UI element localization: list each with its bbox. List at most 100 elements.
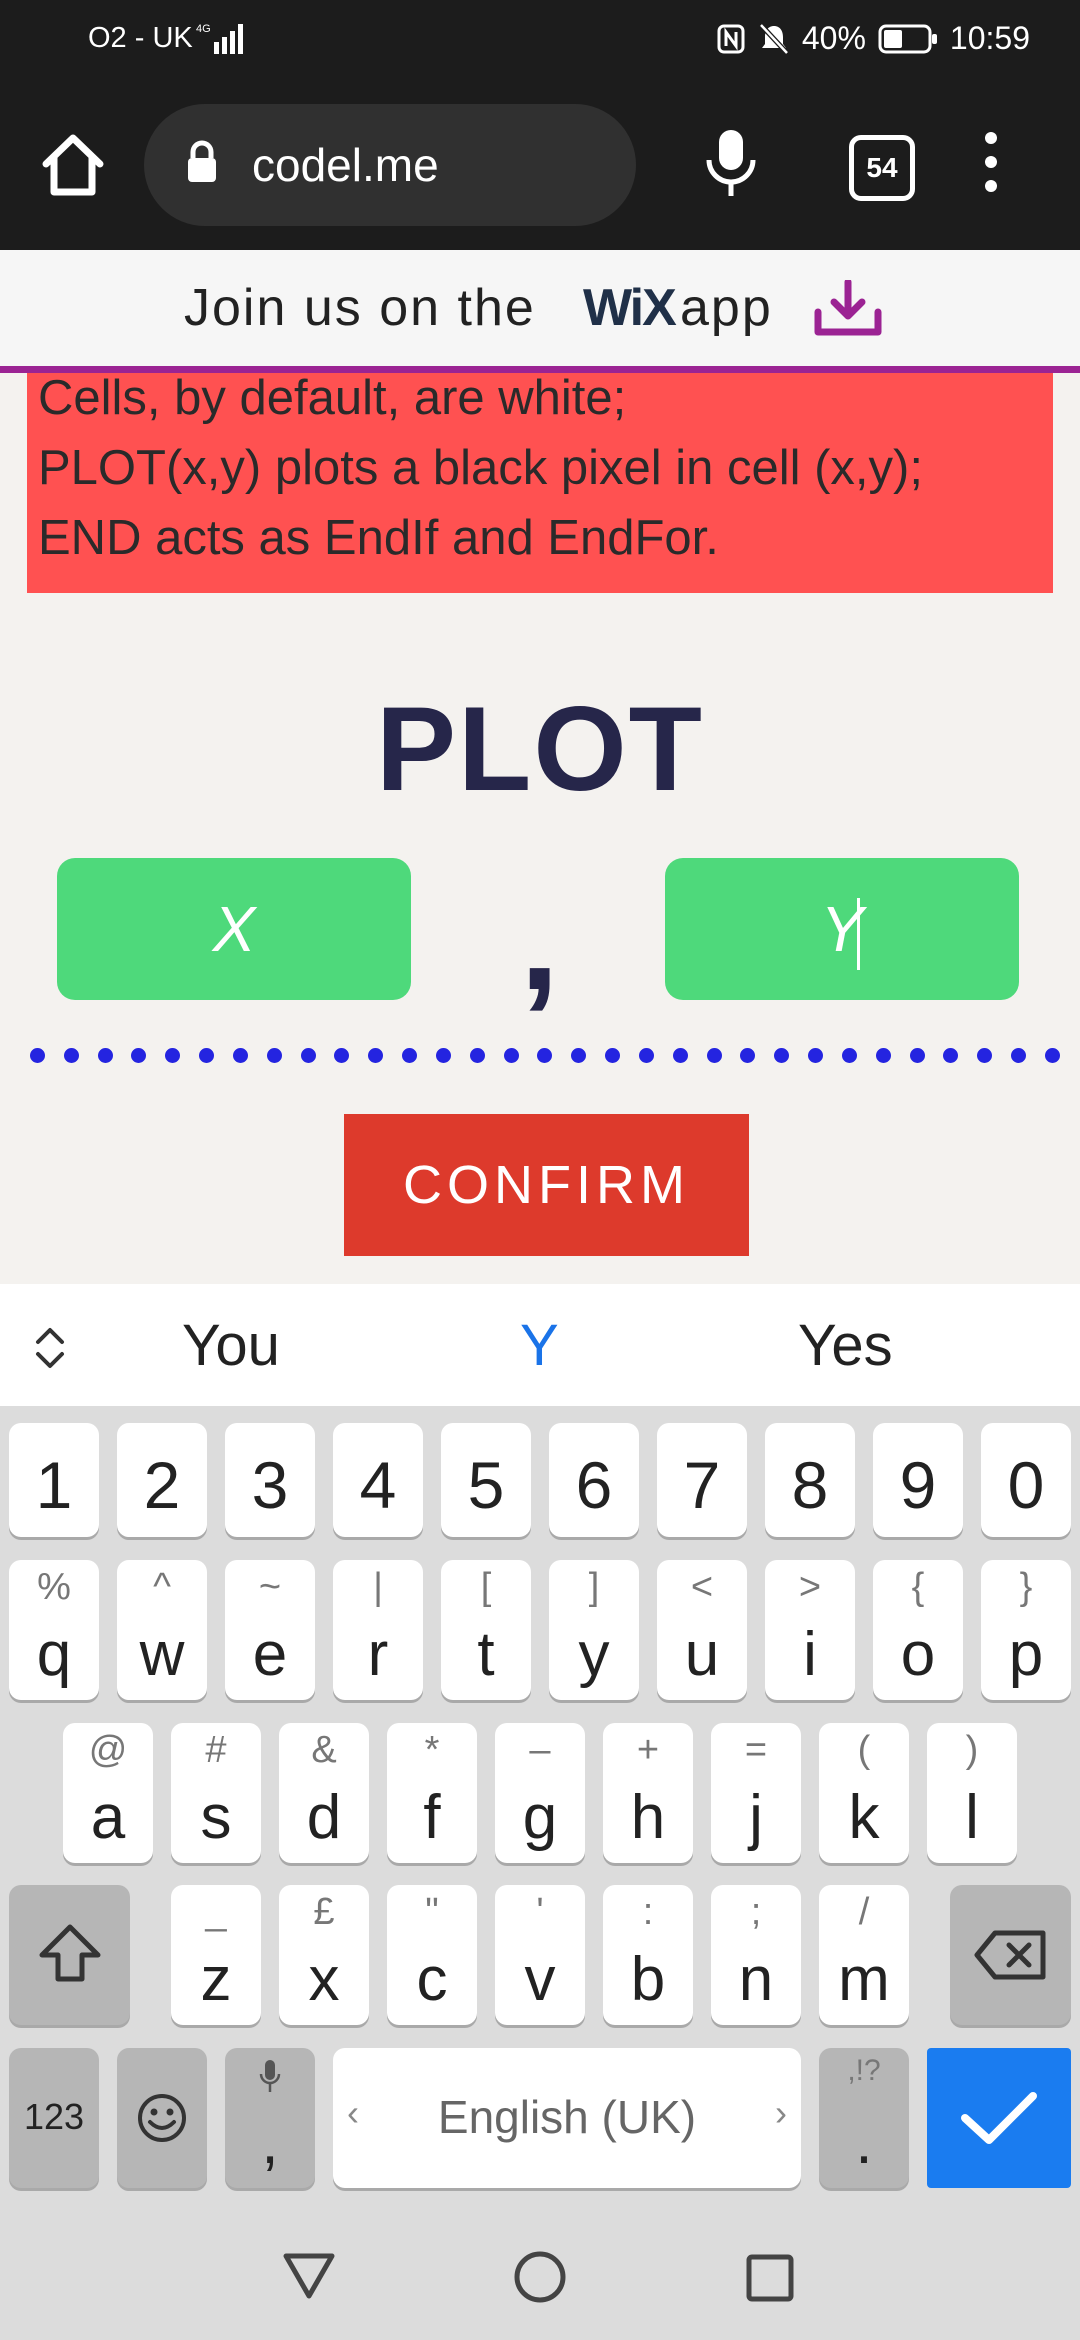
svg-text:4G: 4G bbox=[196, 23, 211, 35]
shift-key[interactable] bbox=[9, 1885, 130, 2025]
key-u[interactable]: < u bbox=[657, 1560, 747, 1700]
key-4[interactable]: 4 bbox=[333, 1423, 423, 1537]
key-alt-label: * bbox=[424, 1729, 440, 1771]
key-label: j bbox=[749, 1783, 763, 1852]
recents-icon[interactable] bbox=[746, 2254, 794, 2302]
download-icon[interactable] bbox=[812, 280, 884, 340]
key-h[interactable]: + h bbox=[603, 1723, 693, 1863]
key-a[interactable]: @ a bbox=[63, 1723, 153, 1863]
key-label: English (UK) bbox=[437, 2091, 697, 2143]
key-1[interactable]: 1 bbox=[9, 1423, 99, 1537]
suggestion-right[interactable]: Yes bbox=[798, 1312, 893, 1379]
key-label: z bbox=[200, 1945, 232, 2014]
key-s[interactable]: # s bbox=[171, 1723, 261, 1863]
key-alt-label: + bbox=[636, 1729, 660, 1771]
confirm-button[interactable]: CONFIRM bbox=[344, 1114, 749, 1256]
key-8[interactable]: 8 bbox=[765, 1423, 855, 1537]
key-0[interactable]: 0 bbox=[981, 1423, 1071, 1537]
key-alt-label: > bbox=[798, 1566, 822, 1608]
key-9[interactable]: 9 bbox=[873, 1423, 963, 1537]
x-input[interactable]: X bbox=[57, 858, 411, 1000]
key-n[interactable]: ; n bbox=[711, 1885, 801, 2025]
key-e[interactable]: ~ e bbox=[225, 1560, 315, 1700]
expand-collapse-icon[interactable] bbox=[30, 1324, 70, 1372]
rule-line: Cells, by default, are white; bbox=[38, 371, 627, 425]
banner-app-text: app bbox=[680, 279, 773, 337]
mic-icon[interactable] bbox=[700, 128, 762, 198]
key-i[interactable]: > i bbox=[765, 1560, 855, 1700]
key-6[interactable]: 6 bbox=[549, 1423, 639, 1537]
key-2[interactable]: 2 bbox=[117, 1423, 207, 1537]
key-alt-label: @ bbox=[88, 1729, 128, 1771]
key-w[interactable]: ^ w bbox=[117, 1560, 207, 1700]
key-label: a bbox=[90, 1783, 126, 1852]
home-nav-icon[interactable] bbox=[513, 2250, 567, 2304]
symbols-key[interactable]: 123 bbox=[9, 2048, 99, 2188]
key-p[interactable]: } p bbox=[981, 1560, 1071, 1700]
url-text[interactable]: codel.me bbox=[252, 138, 439, 192]
key-d[interactable]: & d bbox=[279, 1723, 369, 1863]
key-r[interactable]: | r bbox=[333, 1560, 423, 1700]
shift-icon bbox=[39, 1924, 100, 1982]
key-v[interactable]: ' v bbox=[495, 1885, 585, 2025]
comma-key[interactable]: , bbox=[225, 2048, 315, 2188]
key-alt-label: # bbox=[205, 1729, 227, 1771]
key-label: y bbox=[578, 1620, 610, 1689]
suggestion-center[interactable]: Y bbox=[520, 1312, 559, 1379]
checkmark-icon bbox=[961, 2092, 1037, 2144]
key-label: 1 bbox=[35, 1448, 73, 1522]
y-input[interactable]: Y bbox=[665, 858, 1019, 1000]
lock-icon bbox=[188, 140, 216, 182]
key-m[interactable]: / m bbox=[819, 1885, 909, 2025]
home-icon[interactable] bbox=[40, 130, 106, 200]
key-y[interactable]: ] y bbox=[549, 1560, 639, 1700]
wix-logo: WiX bbox=[583, 279, 677, 337]
enter-key[interactable] bbox=[927, 2048, 1071, 2188]
key-q[interactable]: % q bbox=[9, 1560, 99, 1700]
key-label: 9 bbox=[899, 1448, 937, 1522]
key-o[interactable]: {o bbox=[873, 1560, 963, 1700]
emoji-key[interactable] bbox=[117, 2048, 207, 2188]
signal-icon: 4G bbox=[196, 23, 243, 54]
key-3[interactable]: 3 bbox=[225, 1423, 315, 1537]
key-alt-label: % bbox=[37, 1566, 71, 1608]
emoji-icon bbox=[138, 2094, 186, 2142]
key-g[interactable]: – g bbox=[495, 1723, 585, 1863]
nfc-icon bbox=[717, 24, 745, 53]
key-label: 4 bbox=[359, 1448, 397, 1522]
arrow-left-icon: ‹ bbox=[347, 2092, 359, 2133]
key-7[interactable]: 7 bbox=[657, 1423, 747, 1537]
key-z[interactable]: _ z bbox=[171, 1885, 261, 2025]
period-key[interactable]: ,!?. bbox=[819, 2048, 909, 2188]
battery-percent: 40% bbox=[801, 20, 866, 56]
key-l[interactable]: ) l bbox=[927, 1723, 1017, 1863]
key-j[interactable]: = j bbox=[711, 1723, 801, 1863]
backspace-key[interactable] bbox=[950, 1885, 1071, 2025]
key-b[interactable]: :b bbox=[603, 1885, 693, 2025]
key-alt-label: ( bbox=[857, 1729, 871, 1771]
page-title: PLOT bbox=[376, 682, 704, 816]
key-label: r bbox=[367, 1620, 389, 1689]
key-alt-label: ; bbox=[750, 1891, 762, 1933]
dotted-divider bbox=[30, 1048, 1060, 1063]
back-icon[interactable] bbox=[282, 2250, 336, 2300]
suggestion-left[interactable]: You bbox=[182, 1312, 280, 1379]
rule-line: END acts as EndIf and EndFor. bbox=[38, 511, 719, 565]
key-c[interactable]: " c bbox=[387, 1885, 477, 2025]
key-label: l bbox=[965, 1783, 979, 1852]
key-alt-label: : bbox=[642, 1891, 654, 1933]
key-x[interactable]: £ x bbox=[279, 1885, 369, 2025]
key-label: o bbox=[900, 1620, 936, 1689]
key-5[interactable]: 5 bbox=[441, 1423, 531, 1537]
space-key[interactable]: English (UK) ‹ › bbox=[333, 2048, 801, 2188]
key-label: u bbox=[684, 1620, 720, 1689]
tab-switcher-button[interactable]: 54 bbox=[849, 135, 915, 201]
key-label: 8 bbox=[791, 1448, 829, 1522]
wix-app-banner[interactable] bbox=[0, 250, 1080, 373]
key-t[interactable]: [t bbox=[441, 1560, 531, 1700]
key-alt-label: ] bbox=[588, 1566, 600, 1608]
key-f[interactable]: * f bbox=[387, 1723, 477, 1863]
key-k[interactable]: (k bbox=[819, 1723, 909, 1863]
overflow-menu-icon[interactable] bbox=[985, 132, 999, 204]
rule-line: PLOT(x,y) plots a black pixel in cell (x… bbox=[38, 441, 923, 495]
